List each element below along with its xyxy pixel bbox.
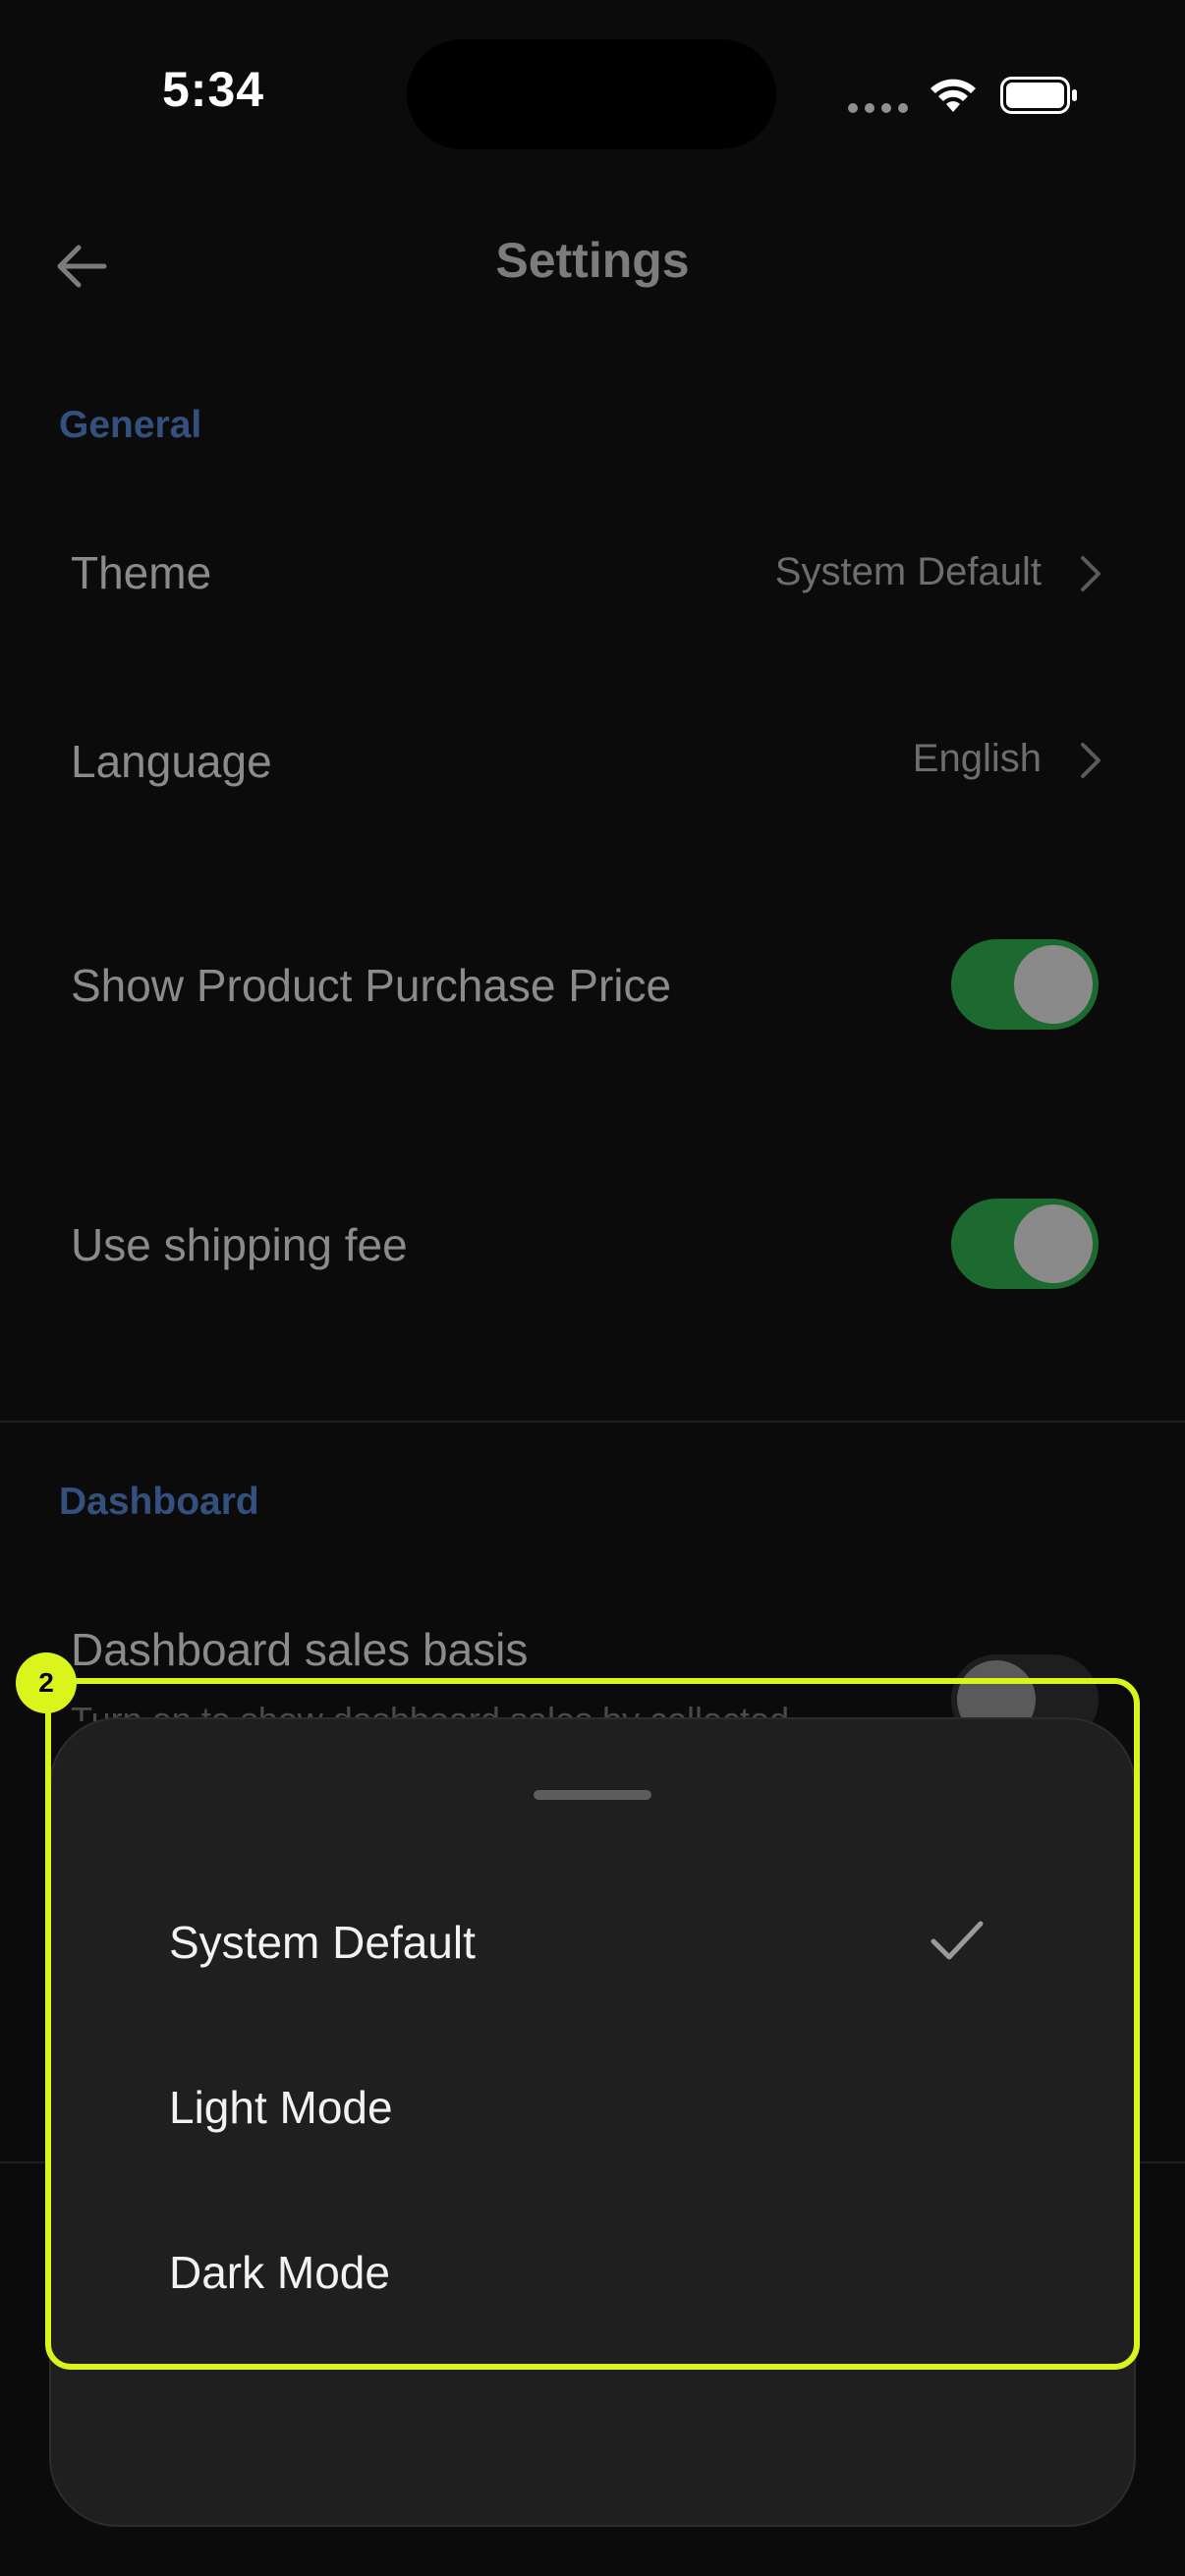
- language-value: English: [912, 737, 1042, 780]
- sales-basis-label: Dashboard sales basis: [71, 1624, 529, 1675]
- chevron-right-icon: [1081, 743, 1100, 778]
- theme-label: Theme: [71, 547, 212, 598]
- purchase-price-label: Show Product Purchase Price: [71, 960, 672, 1011]
- page-title: Settings: [495, 233, 690, 288]
- dynamic-island: [407, 39, 776, 149]
- shipping-fee-label: Use shipping fee: [71, 1219, 408, 1270]
- annotation-badge: 2: [16, 1652, 77, 1713]
- status-time: 5:34: [162, 62, 265, 117]
- signal-dots-icon: [848, 103, 908, 113]
- language-label: Language: [71, 736, 272, 787]
- battery-icon: [1000, 77, 1077, 114]
- highlight-box: [45, 1678, 1140, 2370]
- purchase-price-toggle[interactable]: [951, 939, 1099, 1030]
- chevron-right-icon: [1081, 556, 1100, 591]
- section-title-general: General: [59, 404, 202, 446]
- theme-value: System Default: [774, 550, 1042, 593]
- section-title-dashboard: Dashboard: [59, 1481, 259, 1523]
- shipping-fee-toggle[interactable]: [951, 1199, 1099, 1289]
- section-divider: [0, 1421, 1185, 1423]
- theme-row[interactable]: Theme System Default: [0, 491, 1185, 654]
- wifi-icon: [931, 79, 976, 112]
- language-row[interactable]: Language English: [0, 682, 1185, 845]
